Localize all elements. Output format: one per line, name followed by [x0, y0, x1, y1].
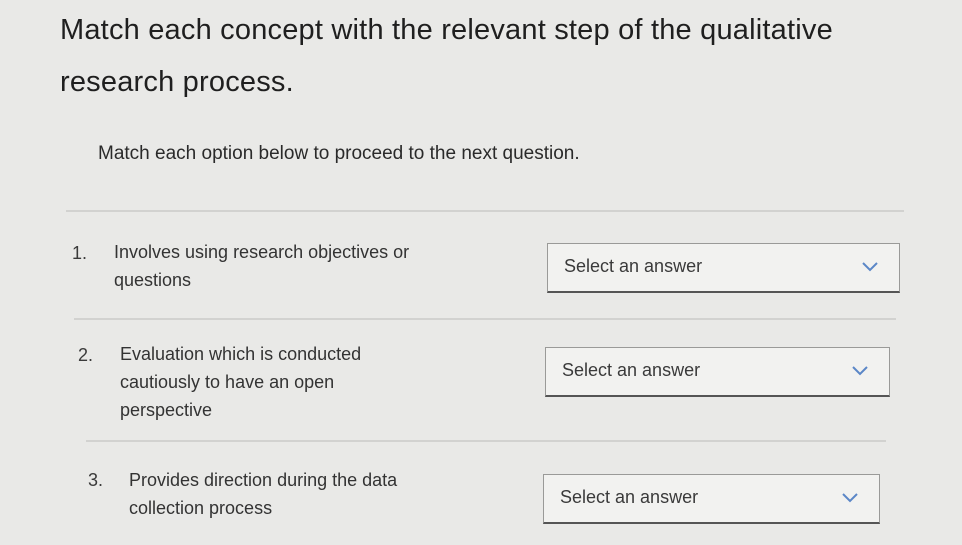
answer-select-2[interactable]: Select an answer — [545, 347, 890, 397]
chevron-down-icon — [862, 262, 878, 272]
question-number: 2. — [78, 345, 94, 365]
select-label: Select an answer — [560, 487, 699, 507]
question-text: Provides direction during the data colle… — [129, 470, 398, 518]
question-number: 1. — [72, 243, 88, 263]
question-text: Evaluation which is conducted cautiously… — [120, 344, 362, 420]
instruction-text: Match each option below to proceed to th… — [98, 143, 580, 164]
chevron-down-icon — [842, 493, 858, 503]
divider — [86, 440, 886, 442]
select-label: Select an answer — [564, 256, 703, 276]
question-title: Match each concept with the relevant ste… — [60, 14, 833, 98]
question-number: 3. — [88, 470, 104, 490]
question-text: Involves using research objectives or qu… — [114, 242, 410, 290]
divider — [74, 318, 896, 320]
chevron-down-icon — [852, 366, 868, 376]
answer-select-1[interactable]: Select an answer — [547, 243, 900, 293]
divider — [66, 210, 904, 212]
answer-select-3[interactable]: Select an answer — [543, 474, 880, 524]
select-label: Select an answer — [562, 360, 701, 380]
